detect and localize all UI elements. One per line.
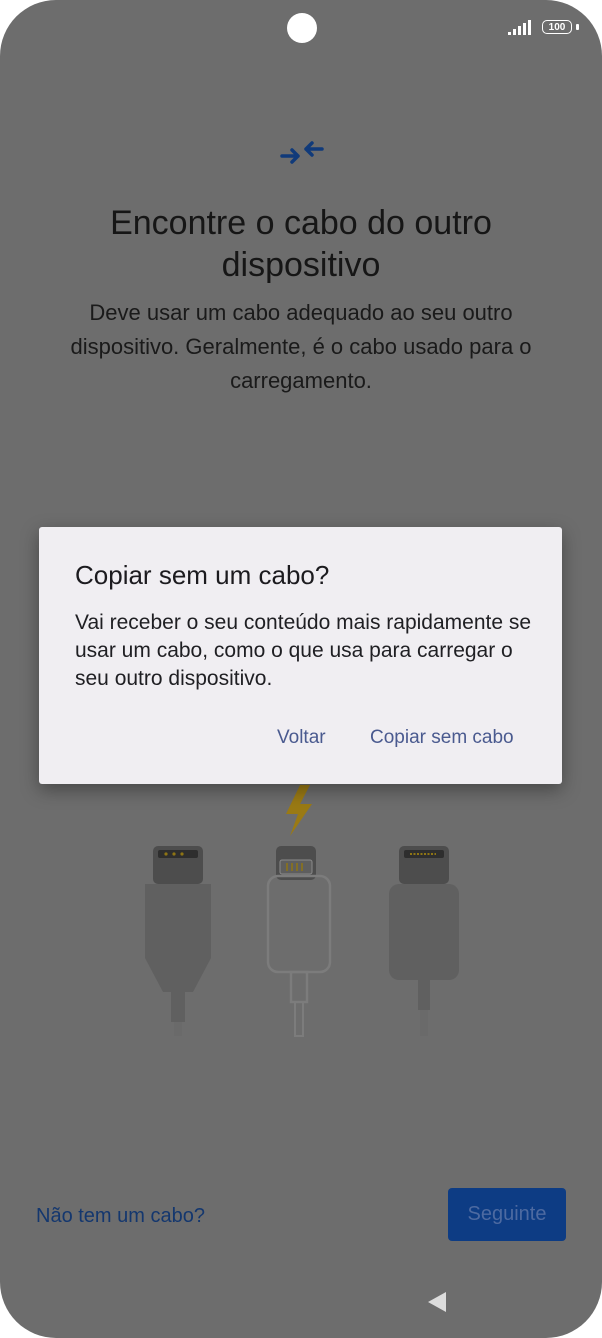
micro-usb-cable [389, 846, 459, 1036]
page-description: Deve usar um cabo adequado ao seu outro … [70, 300, 532, 393]
charging-cables-illustration [145, 785, 459, 1037]
lightning-cable [266, 846, 332, 1037]
back-triangle-icon[interactable] [426, 1290, 448, 1314]
lightning-icon [286, 785, 312, 836]
battery-cap [576, 24, 579, 30]
page-title: Encontre o cabo do outro dispositivo [110, 204, 492, 284]
transfer-arrows-icon [280, 141, 324, 164]
battery-level: 100 [548, 21, 566, 33]
next-button[interactable]: Seguinte [448, 1188, 566, 1241]
battery-icon: 100 [542, 20, 572, 34]
copy-without-cable-dialog: Copiar sem um cabo? Vai receber o seu co… [39, 527, 562, 784]
phone-screen: 100 Encontre o cabo do outro dispositivo… [0, 0, 602, 1338]
front-camera [287, 13, 317, 43]
usb-c-cable [145, 846, 211, 1036]
no-cable-link[interactable]: Não tem um cabo? [36, 1205, 205, 1228]
signal-icon [508, 20, 531, 35]
copy-without-cable-button[interactable]: Copiar sem cabo [370, 727, 514, 749]
back-button[interactable]: Voltar [277, 727, 326, 749]
dialog-title: Copiar sem um cabo? [75, 560, 330, 590]
dialog-message: Vai receber o seu conteúdo mais rapidame… [75, 611, 532, 690]
